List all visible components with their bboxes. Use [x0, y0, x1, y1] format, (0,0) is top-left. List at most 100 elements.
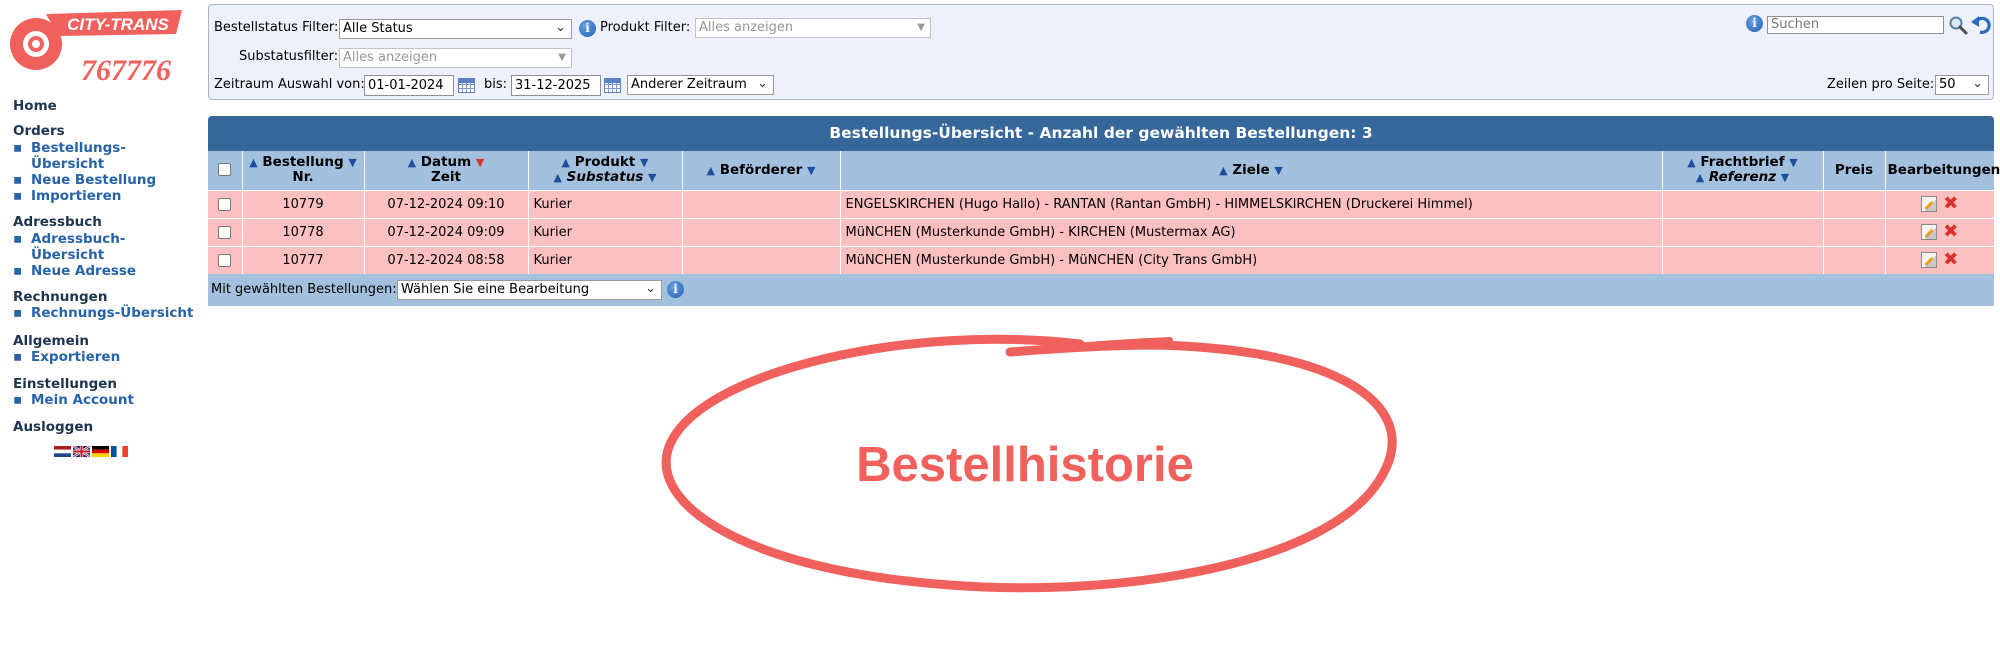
sort-desc-icon[interactable]: ▼: [1274, 164, 1282, 177]
chevron-down-icon: ⌄: [645, 281, 656, 296]
cell-actions: ✖: [1885, 217, 1994, 246]
bulk-action-select[interactable]: Wählen Sie eine Bearbeitung ⌄: [397, 280, 662, 300]
table-row[interactable]: 10779 07-12-2024 09:10 Kurier ENGELSKIRC…: [208, 189, 1994, 218]
row-select-cell: [208, 217, 243, 246]
sort-asc-icon[interactable]: ▲: [1696, 171, 1704, 184]
row-checkbox[interactable]: [218, 197, 232, 211]
sort-desc-icon[interactable]: ▼: [640, 156, 648, 169]
nav-section-einstellungen: Einstellungen: [13, 376, 118, 392]
edit-icon[interactable]: [1920, 196, 1937, 212]
nav-item-importieren[interactable]: Importieren: [13, 188, 156, 204]
cell-destinations: MüNCHEN (Musterkunde GmbH) - KIRCHEN (Mu…: [840, 217, 1663, 246]
info-icon[interactable]: i: [1746, 15, 1763, 32]
nav-item-neue-bestellung[interactable]: Neue Bestellung: [13, 172, 156, 188]
sort-asc-icon[interactable]: ▲: [562, 156, 570, 169]
nav-item-mein-account[interactable]: Mein Account: [13, 392, 134, 408]
nav-item-bestellungs-uebersicht[interactable]: Bestellungs- Übersicht: [13, 140, 156, 172]
nav-item-neue-adresse[interactable]: Neue Adresse: [13, 263, 136, 279]
status-filter-select[interactable]: Alle Status ⌄: [339, 19, 572, 39]
sort-asc-icon[interactable]: ▲: [553, 171, 561, 184]
sort-desc-icon[interactable]: ▼: [348, 156, 356, 169]
delete-icon[interactable]: ✖: [1943, 195, 1959, 213]
flag-de-icon[interactable]: [92, 446, 109, 457]
nav-home[interactable]: Home: [13, 98, 57, 114]
info-icon[interactable]: i: [579, 20, 596, 37]
calendar-icon[interactable]: [604, 78, 621, 93]
nav-list-einstellungen: Mein Account: [13, 392, 134, 408]
delete-icon[interactable]: ✖: [1943, 223, 1959, 241]
cell-product: Kurier: [528, 217, 683, 246]
search-input[interactable]: Suchen: [1767, 16, 1944, 34]
info-icon[interactable]: i: [667, 281, 684, 298]
annotation-callout: Bestellhistorie: [650, 330, 1400, 600]
calendar-icon[interactable]: [458, 78, 475, 93]
col-order-nr-label: Bestellung: [262, 154, 344, 171]
bulk-action-label: Mit gewählten Bestellungen:: [211, 282, 397, 297]
search-icon[interactable]: [1948, 15, 1968, 35]
date-to-input[interactable]: 31-12-2025: [511, 75, 601, 96]
sort-asc-icon[interactable]: ▲: [408, 156, 416, 169]
col-destinations[interactable]: ▲ Ziele ▼: [840, 151, 1663, 190]
flag-fr-icon[interactable]: [111, 446, 128, 457]
sort-desc-icon[interactable]: ▼: [807, 164, 815, 177]
date-from-input[interactable]: 01-01-2024: [364, 75, 454, 96]
sort-asc-icon[interactable]: ▲: [1687, 156, 1695, 169]
reset-icon[interactable]: [1970, 13, 1992, 35]
nav-section-adressbuch: Adressbuch: [13, 214, 102, 230]
nav-item-label: Mein Account: [31, 392, 134, 408]
sort-asc-icon[interactable]: ▲: [249, 156, 257, 169]
orders-overview: Bestellungs-Übersicht - Anzahl der gewäh…: [208, 116, 2000, 306]
table-row[interactable]: 10777 07-12-2024 08:58 Kurier MüNCHEN (M…: [208, 245, 1994, 274]
sort-desc-icon[interactable]: ▼: [648, 171, 656, 184]
flag-en-icon[interactable]: [73, 446, 90, 457]
orders-title: Bestellungs-Übersicht - Anzahl der gewäh…: [208, 116, 1994, 151]
col-price: Preis: [1823, 151, 1886, 190]
col-product[interactable]: ▲ Produkt ▼ ▲ Substatus ▼: [528, 151, 683, 190]
rows-per-page-select[interactable]: 50 ⌄: [1935, 75, 1989, 95]
sort-desc-icon[interactable]: ▼: [1781, 171, 1789, 184]
edit-icon[interactable]: [1920, 252, 1937, 269]
period-to-label: bis:: [484, 77, 508, 92]
cell-price: [1823, 245, 1886, 274]
delete-icon[interactable]: ✖: [1943, 251, 1959, 269]
sort-desc-active-icon[interactable]: ▼: [476, 156, 484, 169]
nav-item-adressbuch-uebersicht[interactable]: Adressbuch- Übersicht: [13, 231, 136, 263]
table-row[interactable]: 10778 07-12-2024 09:09 Kurier MüNCHEN (M…: [208, 217, 1994, 246]
flag-nl-icon[interactable]: [54, 446, 71, 457]
cell-product: Kurier: [528, 245, 683, 274]
orders-table: ▲ Bestellung ▼ Nr. ▲ Datum ▼ Zeit ▲ Prod…: [208, 151, 2000, 274]
row-checkbox[interactable]: [218, 253, 232, 267]
sort-asc-icon[interactable]: ▲: [1219, 164, 1227, 177]
edit-icon[interactable]: [1920, 224, 1937, 240]
product-filter-select[interactable]: Alles anzeigen ▼: [695, 18, 931, 38]
col-order-nr-sublabel: Nr.: [292, 169, 314, 186]
select-all-checkbox[interactable]: [218, 163, 232, 177]
col-carrier[interactable]: ▲ Beförderer ▼: [682, 151, 841, 190]
city-trans-logo[interactable]: CITY-TRANS 767776: [6, 6, 184, 88]
nav-logout[interactable]: Ausloggen: [13, 419, 93, 435]
nav-item-label: Rechnungs-Übersicht: [31, 305, 194, 321]
nav-item-label: Adressbuch-: [31, 231, 126, 247]
caret-down-icon: ▼: [917, 22, 925, 33]
status-filter-value: Alle Status: [343, 21, 413, 36]
col-waybill[interactable]: ▲ Frachtbrief ▼ ▲ Referenz ▼: [1662, 151, 1824, 190]
cell-carrier: [682, 245, 841, 274]
cell-order-nr: 10779: [242, 189, 365, 218]
row-checkbox[interactable]: [218, 225, 232, 239]
table-header-row: ▲ Bestellung ▼ Nr. ▲ Datum ▼ Zeit ▲ Prod…: [208, 151, 2000, 190]
bulk-action-bar: Mit gewählten Bestellungen: Wählen Sie e…: [208, 274, 1994, 306]
sort-desc-icon[interactable]: ▼: [1789, 156, 1797, 169]
col-carrier-label: Beförderer: [719, 161, 803, 178]
col-order-nr[interactable]: ▲ Bestellung ▼ Nr.: [242, 151, 365, 190]
row-select-cell: [208, 189, 243, 218]
cell-actions: ✖: [1885, 189, 1994, 218]
sort-asc-icon[interactable]: ▲: [707, 164, 715, 177]
cell-datetime: 07-12-2024 09:09: [364, 217, 529, 246]
nav-item-exportieren[interactable]: Exportieren: [13, 349, 120, 365]
substatus-filter-select[interactable]: Alles anzeigen ▼: [339, 48, 572, 68]
chevron-down-icon: ⌄: [555, 20, 566, 35]
col-substatus-label: Substatus: [566, 169, 644, 186]
nav-item-rechnungs-uebersicht[interactable]: Rechnungs-Übersicht: [13, 305, 193, 321]
period-select[interactable]: Anderer Zeitraum ⌄: [627, 75, 774, 95]
col-date[interactable]: ▲ Datum ▼ Zeit: [364, 151, 529, 190]
